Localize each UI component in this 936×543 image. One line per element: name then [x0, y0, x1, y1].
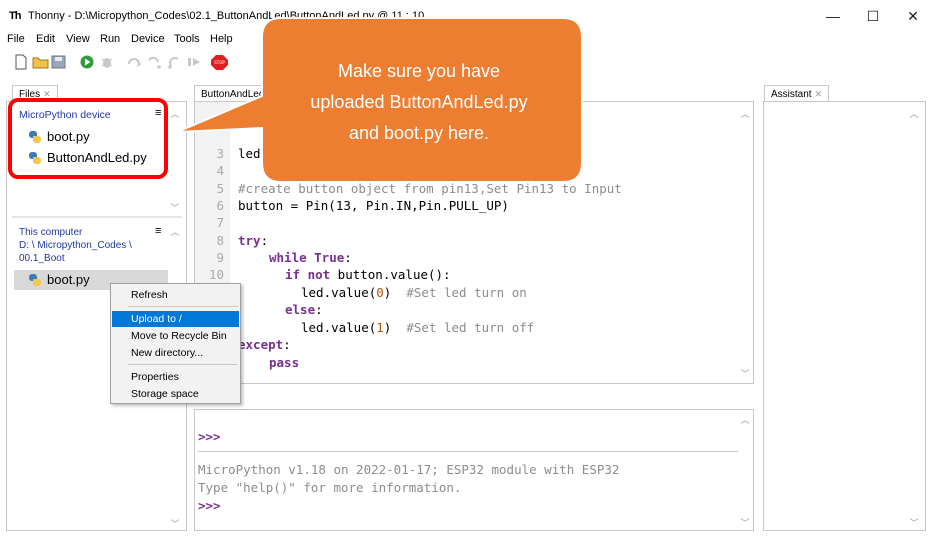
line-number: 8 [216, 233, 224, 248]
code-line-3: led [238, 146, 261, 161]
python-file-icon [29, 273, 41, 286]
callout-line: uploaded ButtonAndLed.py [310, 92, 528, 112]
shell-prompt: >>> [198, 498, 221, 513]
keyword: pass [269, 355, 300, 370]
callout-text: Make sure you have uploaded ButtonAndLed… [266, 56, 572, 149]
code-line-9: while True: [269, 250, 352, 265]
line-number: 3 [216, 146, 224, 161]
minimize-button[interactable]: — [813, 5, 853, 27]
assistant-pane [763, 101, 926, 531]
line-number: 1 [216, 111, 224, 126]
shell-info-line: MicroPython v1.18 on 2022-01-17; ESP32 m… [198, 462, 620, 477]
scroll-up-icon[interactable]: ︿ [740, 107, 750, 120]
new-file-icon[interactable] [12, 54, 30, 70]
window-title: Thonny - D:\Micropython_Codes\02.1_Butto… [28, 10, 425, 22]
menu-file[interactable]: File [7, 33, 25, 45]
shell-separator [198, 451, 738, 452]
scroll-up-icon[interactable]: ︿ [909, 107, 919, 120]
code-line-12: else: [285, 302, 323, 317]
code-line-13: led.value(1) #Set led turn off [301, 320, 535, 335]
open-folder-icon[interactable] [32, 54, 50, 70]
shell-info-line: Type "help()" for more information. [198, 480, 462, 495]
ctx-storage-space[interactable]: Storage space [112, 386, 239, 402]
run-icon[interactable] [79, 54, 97, 70]
computer-path: D: \ Micropython_Codes \ [19, 240, 132, 251]
close-icon[interactable]: ✕ [815, 89, 823, 99]
context-menu: Refresh Upload to / Move to Recycle Bin … [110, 283, 241, 404]
code-line-5: #create button object from pin13,Set Pin… [238, 181, 622, 196]
scroll-up-icon[interactable]: ︿ [170, 107, 180, 120]
scroll-up-icon[interactable]: ︿ [740, 413, 750, 426]
menu-run[interactable]: Run [100, 33, 120, 45]
resume-icon[interactable] [186, 54, 204, 70]
ctx-refresh[interactable]: Refresh [112, 287, 239, 303]
thonny-app-icon: Th [9, 10, 21, 22]
line-number: 9 [216, 250, 224, 265]
ctx-properties[interactable]: Properties [112, 369, 239, 385]
scroll-up-icon[interactable]: ︿ [170, 225, 180, 238]
scroll-down-icon[interactable]: ﹀ [740, 516, 750, 529]
code-line-6: button = Pin(13, Pin.IN,Pin.PULL_UP) [238, 198, 509, 213]
tab-assistant[interactable]: Assistant ✕ [764, 85, 830, 102]
code-line-1: f [238, 111, 246, 126]
computer-file-name: boot.py [47, 272, 90, 287]
code-line-10: if not button.value(): [285, 267, 451, 282]
step-out-icon[interactable] [166, 54, 184, 70]
menu-separator [128, 364, 238, 365]
scroll-down-icon[interactable]: ﹀ [170, 517, 180, 530]
keyword: except [238, 337, 284, 352]
line-number: 7 [216, 215, 224, 230]
keyword: else [285, 302, 316, 317]
tab-assistant-label: Assistant [771, 89, 812, 100]
computer-menu-icon[interactable]: ≡ [155, 225, 161, 237]
maximize-button[interactable]: ☐ [853, 5, 893, 27]
computer-header: This computer [19, 227, 83, 238]
menu-tools[interactable]: Tools [174, 33, 200, 45]
scroll-down-icon[interactable]: ﹀ [170, 201, 180, 214]
highlight-box [8, 98, 168, 179]
code-line-14: except: [238, 337, 291, 352]
menu-view[interactable]: View [66, 33, 90, 45]
step-over-icon[interactable] [126, 54, 144, 70]
ctx-new-directory[interactable]: New directory... [112, 345, 239, 361]
save-icon[interactable] [50, 54, 68, 70]
menu-edit[interactable]: Edit [36, 33, 55, 45]
menu-help[interactable]: Help [210, 33, 233, 45]
computer-file-boot[interactable]: boot.py [29, 272, 90, 287]
computer-path-folder: 00.1_Boot [19, 253, 65, 264]
keyword: while True [269, 250, 345, 265]
step-into-icon[interactable] [146, 54, 164, 70]
keyword: try [238, 233, 261, 248]
line-number: 4 [216, 163, 224, 178]
ctx-move-recycle-bin[interactable]: Move to Recycle Bin [112, 328, 239, 344]
title-bar: Th Thonny - D:\Micropython_Codes\02.1_Bu… [0, 0, 936, 32]
line-number: 5 [216, 181, 224, 196]
code-line-11: led.value(0) #Set led turn on [301, 285, 527, 300]
line-number: 6 [216, 198, 224, 213]
scroll-down-icon[interactable]: ﹀ [909, 516, 919, 529]
scroll-down-icon[interactable]: ﹀ [740, 367, 750, 380]
debug-icon[interactable] [99, 54, 117, 70]
close-button[interactable]: ✕ [893, 5, 933, 27]
keyword: if not [285, 267, 331, 282]
stop-icon[interactable]: STOP [211, 54, 229, 70]
menu-separator [128, 306, 238, 307]
ctx-upload[interactable]: Upload to / [112, 311, 239, 327]
pane-divider[interactable] [12, 216, 182, 218]
code-line-15: pass [269, 354, 299, 371]
code-line-8: try: [238, 233, 269, 248]
shell-prompt: >>> [198, 429, 221, 444]
callout-line: Make sure you have [337, 61, 501, 81]
line-number: 10 [208, 267, 224, 282]
svg-text:STOP: STOP [214, 60, 225, 65]
menu-device[interactable]: Device [131, 33, 165, 45]
callout-line: and boot.py here. [348, 123, 490, 143]
